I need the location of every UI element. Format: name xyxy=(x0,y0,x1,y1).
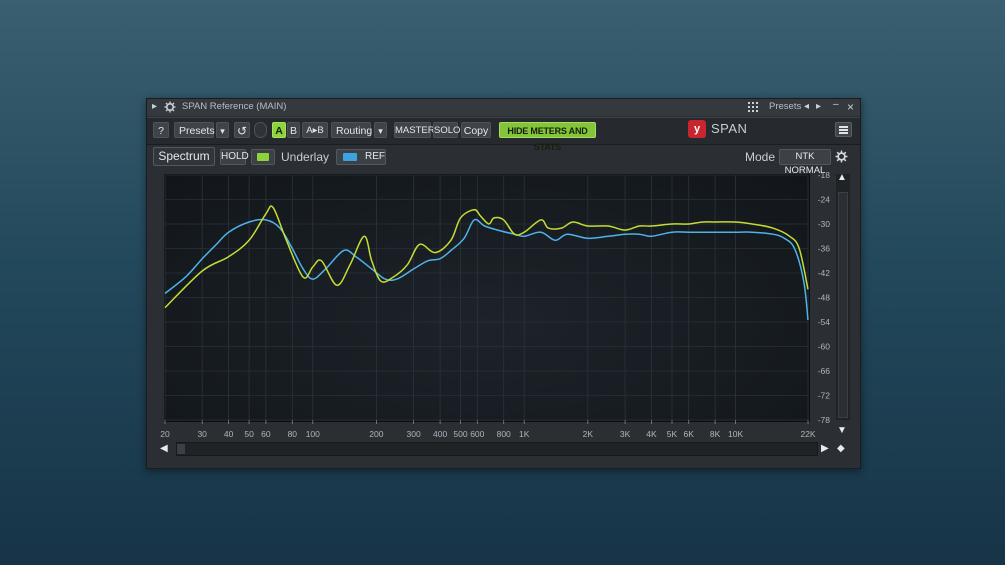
vertical-scroll-thumb[interactable] xyxy=(838,192,848,418)
x-tick-label: 100 xyxy=(306,429,320,439)
horizontal-scroll-thumb[interactable] xyxy=(177,444,185,454)
y-tick-label: -78 xyxy=(818,415,831,425)
x-tick-label: 800 xyxy=(497,429,511,439)
spectrum-chart: 20 30 40 50 60 80 100 200 300 400 500 600 800 1K 2K 3K 4… xyxy=(160,170,831,439)
x-tick-label: 40 xyxy=(224,429,234,439)
reference-spectrum-line xyxy=(164,218,809,321)
y-tick-label: -30 xyxy=(818,219,831,229)
x-tick-label: 600 xyxy=(470,429,484,439)
x-tick-label: 1K xyxy=(519,429,530,439)
y-tick-label: -72 xyxy=(818,391,831,401)
x-tick-label: 3K xyxy=(620,429,631,439)
span-plugin-window: ▸ SPAN Reference (MAIN) Presets ◂ ▸ – × … xyxy=(146,98,861,469)
x-tick-label: 500 xyxy=(453,429,467,439)
x-tick-label: 200 xyxy=(369,429,383,439)
x-tick-label: 2K xyxy=(583,429,594,439)
x-tick-label: 60 xyxy=(261,429,271,439)
x-tick-label: 300 xyxy=(407,429,421,439)
x-tick-label: 6K xyxy=(683,429,694,439)
y-tick-label: -24 xyxy=(818,195,831,205)
y-tick-label: -54 xyxy=(818,317,831,327)
x-tick-label: 8K xyxy=(710,429,721,439)
scroll-left-icon[interactable]: ◀ xyxy=(160,443,168,454)
y-tick-label: -36 xyxy=(818,244,831,254)
x-tick-label: 20 xyxy=(160,429,170,439)
x-tick-label: 5K xyxy=(667,429,678,439)
scroll-right-icon[interactable]: ▶ xyxy=(821,443,829,454)
vertical-scrollbar[interactable] xyxy=(836,174,850,420)
x-tick-label: 30 xyxy=(197,429,207,439)
y-tick-label: -18 xyxy=(818,170,831,180)
scroll-down-icon[interactable]: ▼ xyxy=(837,425,847,436)
zoom-diamond-icon[interactable]: ◆ xyxy=(837,443,845,454)
scroll-up-icon[interactable]: ▲ xyxy=(837,172,847,183)
x-tick-label: 400 xyxy=(433,429,447,439)
x-tick-label: 80 xyxy=(288,429,298,439)
y-tick-label: -42 xyxy=(818,268,831,278)
horizontal-scrollbar[interactable] xyxy=(176,442,818,456)
y-tick-label: -60 xyxy=(818,342,831,352)
x-tick-label: 4K xyxy=(646,429,657,439)
x-tick-label: 10K xyxy=(728,429,743,439)
y-tick-label: -66 xyxy=(818,366,831,376)
main-spectrum-line xyxy=(164,205,809,309)
x-tick-label: 50 xyxy=(244,429,254,439)
y-tick-label: -48 xyxy=(818,293,831,303)
x-tick-label: 22K xyxy=(800,429,815,439)
